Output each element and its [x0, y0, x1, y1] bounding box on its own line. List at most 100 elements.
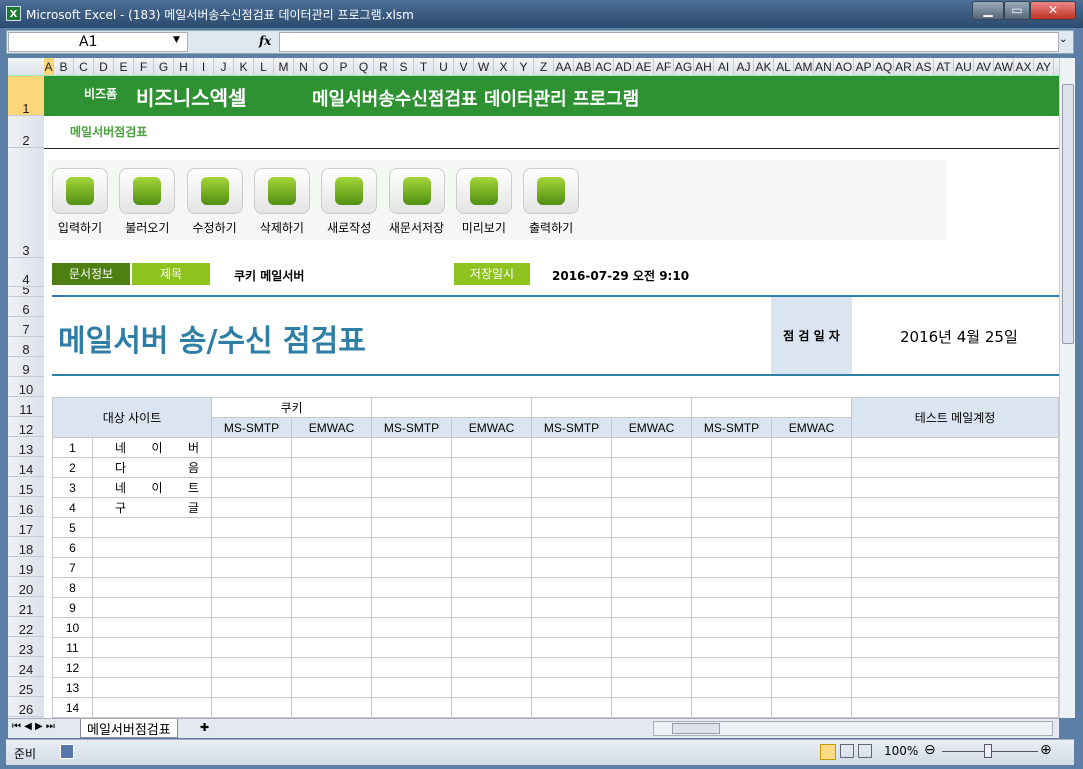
insert-sheet-icon[interactable]: ✚ [200, 721, 209, 734]
cell[interactable] [451, 437, 532, 458]
row-header[interactable]: 7 [8, 317, 44, 337]
site-name[interactable] [92, 657, 212, 678]
column-header[interactable]: AT [934, 58, 954, 75]
cell[interactable] [371, 537, 452, 558]
row-header[interactable]: 17 [8, 517, 44, 537]
scroll-thumb[interactable] [1062, 84, 1074, 344]
cell[interactable] [611, 517, 692, 538]
cell[interactable] [451, 577, 532, 598]
cell[interactable] [851, 657, 1059, 678]
cell[interactable] [771, 617, 852, 638]
cell[interactable] [771, 437, 852, 458]
cell[interactable] [611, 437, 692, 458]
cell[interactable] [851, 517, 1059, 538]
cell[interactable] [691, 657, 772, 678]
cell[interactable] [771, 697, 852, 718]
column-header[interactable]: AQ [874, 58, 894, 75]
cell[interactable] [691, 437, 772, 458]
minimize-button[interactable]: ▁ [972, 1, 1004, 20]
cell[interactable] [531, 597, 612, 618]
column-header[interactable]: H [174, 58, 194, 75]
column-header[interactable]: G [154, 58, 174, 75]
site-name[interactable]: 네이버 [92, 437, 212, 458]
column-header[interactable]: D [94, 58, 114, 75]
cell[interactable] [211, 437, 292, 458]
cell[interactable] [211, 557, 292, 578]
column-header[interactable]: AK [754, 58, 774, 75]
column-header[interactable]: Z [534, 58, 554, 75]
site-name[interactable]: 구글 [92, 497, 212, 518]
cell[interactable] [291, 477, 372, 498]
cell[interactable] [851, 497, 1059, 518]
cell[interactable] [211, 617, 292, 638]
cell[interactable] [211, 637, 292, 658]
cell[interactable] [211, 657, 292, 678]
zoom-out-icon[interactable]: ⊖ [924, 742, 936, 758]
column-header[interactable]: AH [694, 58, 714, 75]
cell[interactable] [531, 577, 612, 598]
column-header[interactable]: R [374, 58, 394, 75]
column-header[interactable]: S [394, 58, 414, 75]
column-header[interactable]: K [234, 58, 254, 75]
formula-input[interactable] [279, 32, 1059, 52]
cell[interactable] [531, 677, 612, 698]
cell[interactable] [291, 457, 372, 478]
row-number[interactable]: 1 [52, 437, 93, 458]
site-name[interactable] [92, 697, 212, 718]
cell[interactable] [291, 617, 372, 638]
zoom-slider-handle[interactable] [984, 744, 992, 758]
row-header[interactable]: 13 [8, 437, 44, 457]
cell[interactable] [531, 617, 612, 638]
cell[interactable] [291, 677, 372, 698]
toolbar-button[interactable] [52, 168, 108, 214]
cell[interactable] [611, 657, 692, 678]
site-name[interactable] [92, 677, 212, 698]
column-header[interactable]: V [454, 58, 474, 75]
column-header[interactable]: C [74, 58, 94, 75]
cell[interactable] [291, 577, 372, 598]
site-name[interactable] [92, 597, 212, 618]
column-header[interactable]: AU [954, 58, 974, 75]
cell[interactable] [691, 617, 772, 638]
row-header[interactable]: 14 [8, 457, 44, 477]
fx-icon[interactable]: fx [259, 34, 271, 48]
close-button[interactable]: ✕ [1030, 1, 1076, 20]
cell[interactable] [451, 557, 532, 578]
cell[interactable] [371, 677, 452, 698]
cell[interactable] [211, 537, 292, 558]
site-name[interactable] [92, 517, 212, 538]
site-name[interactable] [92, 637, 212, 658]
cell[interactable] [851, 697, 1059, 718]
row-header[interactable]: 5 [8, 287, 44, 297]
row-number[interactable]: 13 [52, 677, 93, 698]
column-header[interactable]: T [414, 58, 434, 75]
zoom-level[interactable]: 100% [884, 744, 918, 758]
cell[interactable] [851, 477, 1059, 498]
toolbar-button[interactable] [455, 168, 512, 214]
cell[interactable] [371, 597, 452, 618]
cell[interactable] [211, 597, 292, 618]
cell[interactable] [771, 517, 852, 538]
column-header[interactable]: N [294, 58, 314, 75]
column-header[interactable]: AF [654, 58, 674, 75]
cell[interactable] [451, 637, 532, 658]
site-name[interactable] [92, 617, 212, 638]
toolbar-button[interactable] [321, 168, 378, 214]
cell[interactable] [771, 657, 852, 678]
row-number[interactable]: 14 [52, 697, 93, 718]
row-header[interactable]: 19 [8, 557, 44, 577]
column-header[interactable]: Y [514, 58, 534, 75]
cell[interactable] [611, 477, 692, 498]
column-header[interactable]: J [214, 58, 234, 75]
cell[interactable] [771, 597, 852, 618]
cell[interactable] [771, 457, 852, 478]
cell[interactable] [211, 677, 292, 698]
cell[interactable] [451, 597, 532, 618]
column-header[interactable]: AJ [734, 58, 754, 75]
cell[interactable] [851, 557, 1059, 578]
cell[interactable] [291, 557, 372, 578]
row-header[interactable]: 23 [8, 637, 44, 657]
row-header[interactable]: 1 [8, 76, 44, 116]
cell[interactable] [291, 437, 372, 458]
row-header[interactable]: 6 [8, 297, 44, 317]
